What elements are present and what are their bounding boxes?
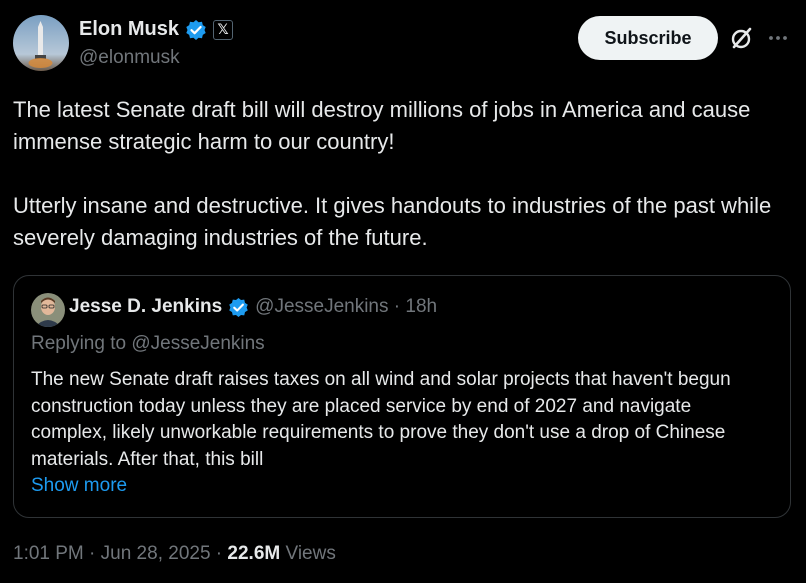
verified-badge-icon xyxy=(229,297,248,317)
subscribe-button[interactable]: Subscribe xyxy=(578,16,718,60)
quoted-author-avatar[interactable] xyxy=(31,293,65,327)
author-handle[interactable]: @elonmusk xyxy=(79,47,180,69)
post-text: The latest Senate draft bill will destro… xyxy=(13,94,798,254)
author-name-row: Elon Musk 𝕏 xyxy=(79,18,234,41)
post-paragraph-2: Utterly insane and destructive. It gives… xyxy=(13,193,772,250)
post-timestamp[interactable]: 1:01 PM · Jun 28, 2025 · xyxy=(13,543,227,564)
show-more-link[interactable]: Show more xyxy=(31,475,127,497)
rocket-avatar-icon xyxy=(13,15,69,71)
quoted-author-handle-time[interactable]: @JesseJenkins · 18h xyxy=(255,296,437,318)
author-avatar[interactable] xyxy=(13,15,69,71)
more-options-icon[interactable] xyxy=(766,26,790,50)
quoted-author-row: Jesse D. Jenkins @JesseJenkins · 18h xyxy=(69,296,437,318)
replying-to-label: Replying to @JesseJenkins xyxy=(31,333,265,354)
post-paragraph-1: The latest Senate draft bill will destro… xyxy=(13,97,751,154)
views-label: Views xyxy=(285,543,336,564)
quoted-post-text: The new Senate draft raises taxes on all… xyxy=(31,369,731,470)
views-count: 22.6M xyxy=(227,543,281,564)
post-meta: 1:01 PM · Jun 28, 2025 · 22.6M Views xyxy=(13,543,336,565)
person-avatar-icon xyxy=(31,293,65,327)
verified-badge-icon[interactable] xyxy=(185,19,207,41)
grok-icon[interactable] xyxy=(729,25,755,51)
author-name[interactable]: Elon Musk xyxy=(79,18,179,41)
quoted-author-name[interactable]: Jesse D. Jenkins xyxy=(69,296,222,318)
x-affiliation-badge-icon[interactable]: 𝕏 xyxy=(213,19,234,40)
quoted-post-card[interactable]: Jesse D. Jenkins @JesseJenkins · 18h Rep… xyxy=(13,275,791,518)
